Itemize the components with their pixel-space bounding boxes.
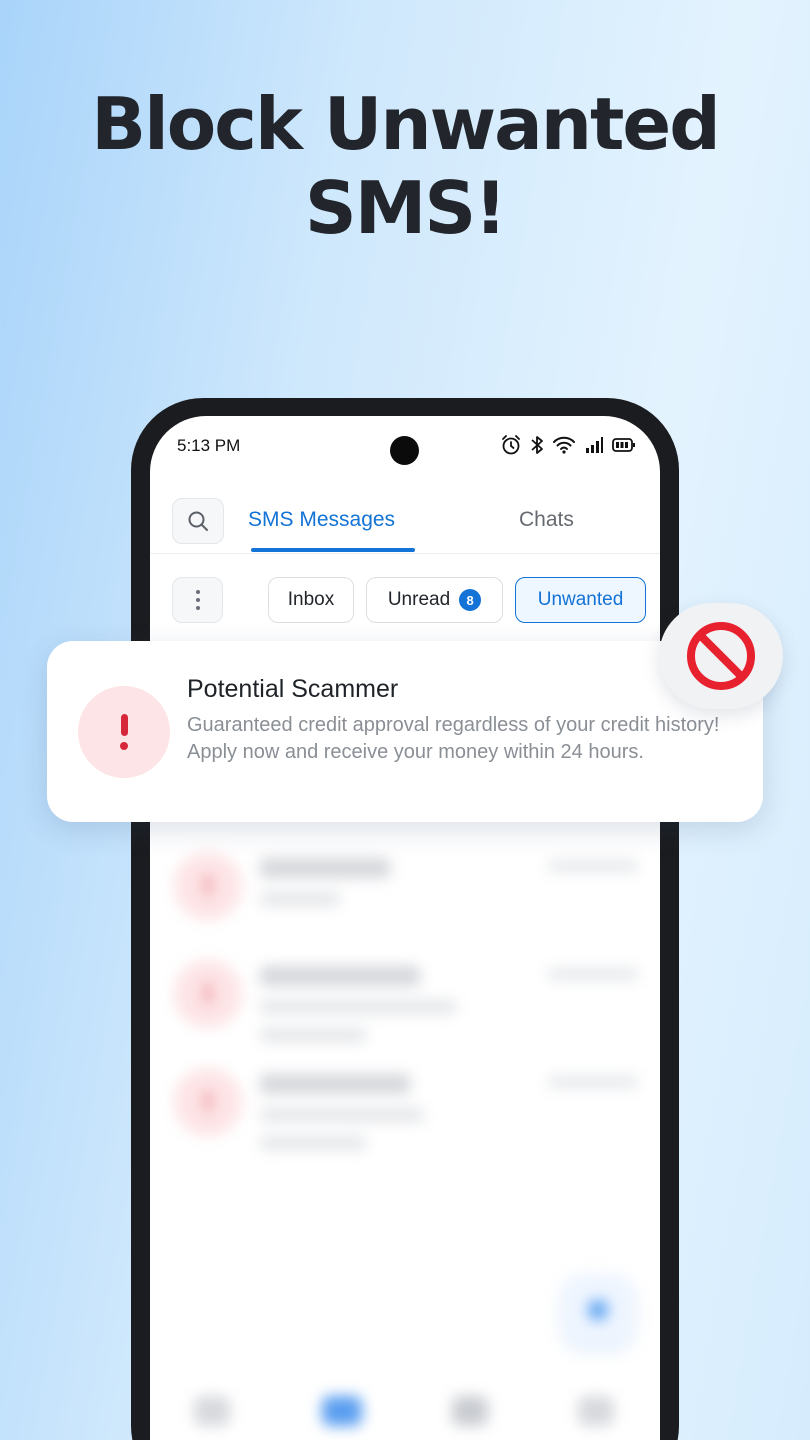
avatar: ! <box>174 1068 242 1136</box>
list-item-time <box>548 860 638 872</box>
list-item-preview <box>260 1028 366 1042</box>
filter-chip-unwanted[interactable]: Unwanted <box>515 577 646 623</box>
list-item[interactable]: ! <box>172 1060 638 1150</box>
avatar: ! <box>174 960 242 1028</box>
status-time: 5:13 PM <box>177 436 241 455</box>
new-message-button[interactable] <box>564 1276 632 1344</box>
list-item-preview <box>260 1108 424 1122</box>
battery-icon <box>612 435 636 460</box>
tabs-divider <box>150 553 660 554</box>
filter-chip-label: Unwanted <box>537 589 624 610</box>
headline-line-1: Block Unwanted <box>91 82 721 166</box>
nav-item-settings[interactable] <box>578 1396 614 1426</box>
tab-sms-messages[interactable]: SMS Messages <box>248 508 395 532</box>
headline: Block Unwanted SMS! <box>0 82 810 250</box>
signal-icon <box>584 435 604 460</box>
active-tab-indicator <box>251 548 415 552</box>
list-item-name <box>260 1074 410 1094</box>
list-item[interactable]: ! <box>172 952 638 1042</box>
list-item-preview <box>260 1136 366 1150</box>
spam-alert-card[interactable]: Potential Scammer Guaranteed credit appr… <box>47 641 763 822</box>
front-camera <box>390 436 419 465</box>
unread-count-badge: 8 <box>459 589 482 611</box>
nav-item-messages[interactable] <box>322 1396 362 1426</box>
list-item-preview <box>260 892 340 906</box>
bottom-navigation <box>150 1378 660 1440</box>
filter-chip-unread[interactable]: Unread 8 <box>366 577 503 623</box>
phone-screen: 5:13 PM SMS Messages Chats Inbox Unread … <box>150 416 660 1440</box>
nav-item-contacts[interactable] <box>452 1396 488 1426</box>
block-button[interactable] <box>659 603 783 709</box>
list-item[interactable]: ! <box>172 844 638 934</box>
more-options-button[interactable] <box>172 577 223 623</box>
list-item-time <box>548 1076 638 1088</box>
list-item-name <box>260 858 390 878</box>
alarm-icon <box>500 434 522 461</box>
search-button[interactable] <box>172 498 224 544</box>
compose-icon <box>588 1300 608 1320</box>
avatar: ! <box>174 852 242 920</box>
no-entry-icon <box>687 622 755 690</box>
list-item-time <box>548 968 638 980</box>
search-icon <box>188 511 208 531</box>
filter-chip-label: Unread <box>387 589 451 610</box>
status-icons <box>500 434 636 461</box>
wifi-icon <box>552 435 576 460</box>
headline-line-2: SMS! <box>304 166 507 250</box>
tab-chats[interactable]: Chats <box>519 508 574 532</box>
alert-message: Guaranteed credit approval regardless of… <box>187 714 720 763</box>
more-options-icon <box>195 590 200 594</box>
list-item-name <box>260 966 420 986</box>
list-item-preview <box>260 1000 456 1014</box>
nav-item-calls[interactable] <box>194 1396 230 1426</box>
filter-chip-inbox[interactable]: Inbox <box>268 577 354 623</box>
alert-title: Potential Scammer <box>187 675 399 703</box>
warning-icon <box>78 686 170 778</box>
filter-chip-label: Inbox <box>287 589 335 610</box>
bluetooth-icon <box>530 434 544 461</box>
